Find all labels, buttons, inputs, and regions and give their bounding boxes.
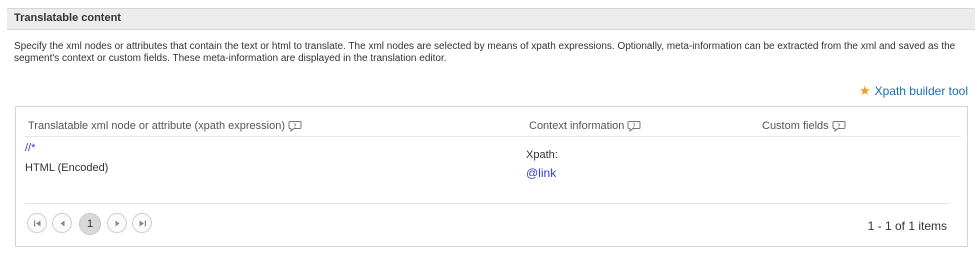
first-page-icon (33, 220, 40, 226)
column-header-xpath-label: Translatable xml node or attribute (xpat… (28, 120, 285, 132)
format-label: HTML (Encoded) (25, 162, 109, 174)
xpath-builder-label: Xpath builder tool (874, 84, 968, 98)
xpath-link[interactable]: //* (25, 142, 35, 154)
help-icon[interactable]: ? (288, 120, 302, 132)
translatable-content-grid: Translatable xml node or attribute (xpat… (15, 106, 968, 247)
last-page-icon (139, 220, 146, 226)
column-header-custom-fields-label: Custom fields (762, 120, 829, 132)
pager-divider (25, 203, 949, 204)
context-label: Xpath: (526, 149, 558, 161)
section-title: Translatable content (14, 12, 121, 24)
svg-text:?: ? (293, 123, 296, 130)
grid-header: Translatable xml node or attribute (xpat… (25, 117, 961, 137)
current-page-button[interactable]: 1 (79, 213, 101, 235)
first-page-button[interactable] (27, 213, 47, 233)
next-page-button[interactable] (107, 213, 127, 233)
previous-page-button[interactable] (52, 213, 72, 233)
svg-text:?: ? (633, 123, 636, 130)
star-icon: ★ (858, 83, 871, 98)
context-value-link[interactable]: @link (526, 166, 556, 180)
column-header-xpath: Translatable xml node or attribute (xpat… (28, 120, 302, 132)
column-header-custom-fields: Custom fields ? (762, 120, 846, 132)
last-page-button[interactable] (132, 213, 152, 233)
column-header-context: Context information ? (529, 120, 641, 132)
svg-text:?: ? (837, 123, 840, 130)
column-header-context-label: Context information (529, 120, 625, 132)
section-header: Translatable content (7, 8, 975, 30)
section-description: Specify the xml nodes or attributes that… (14, 41, 956, 64)
xpath-builder-link[interactable]: ★ Xpath builder tool (859, 84, 968, 98)
help-icon[interactable]: ? (832, 120, 846, 132)
pager-info: 1 - 1 of 1 items (867, 219, 947, 233)
next-page-icon (115, 220, 119, 226)
help-icon[interactable]: ? (627, 120, 641, 132)
prev-page-icon (60, 220, 64, 226)
